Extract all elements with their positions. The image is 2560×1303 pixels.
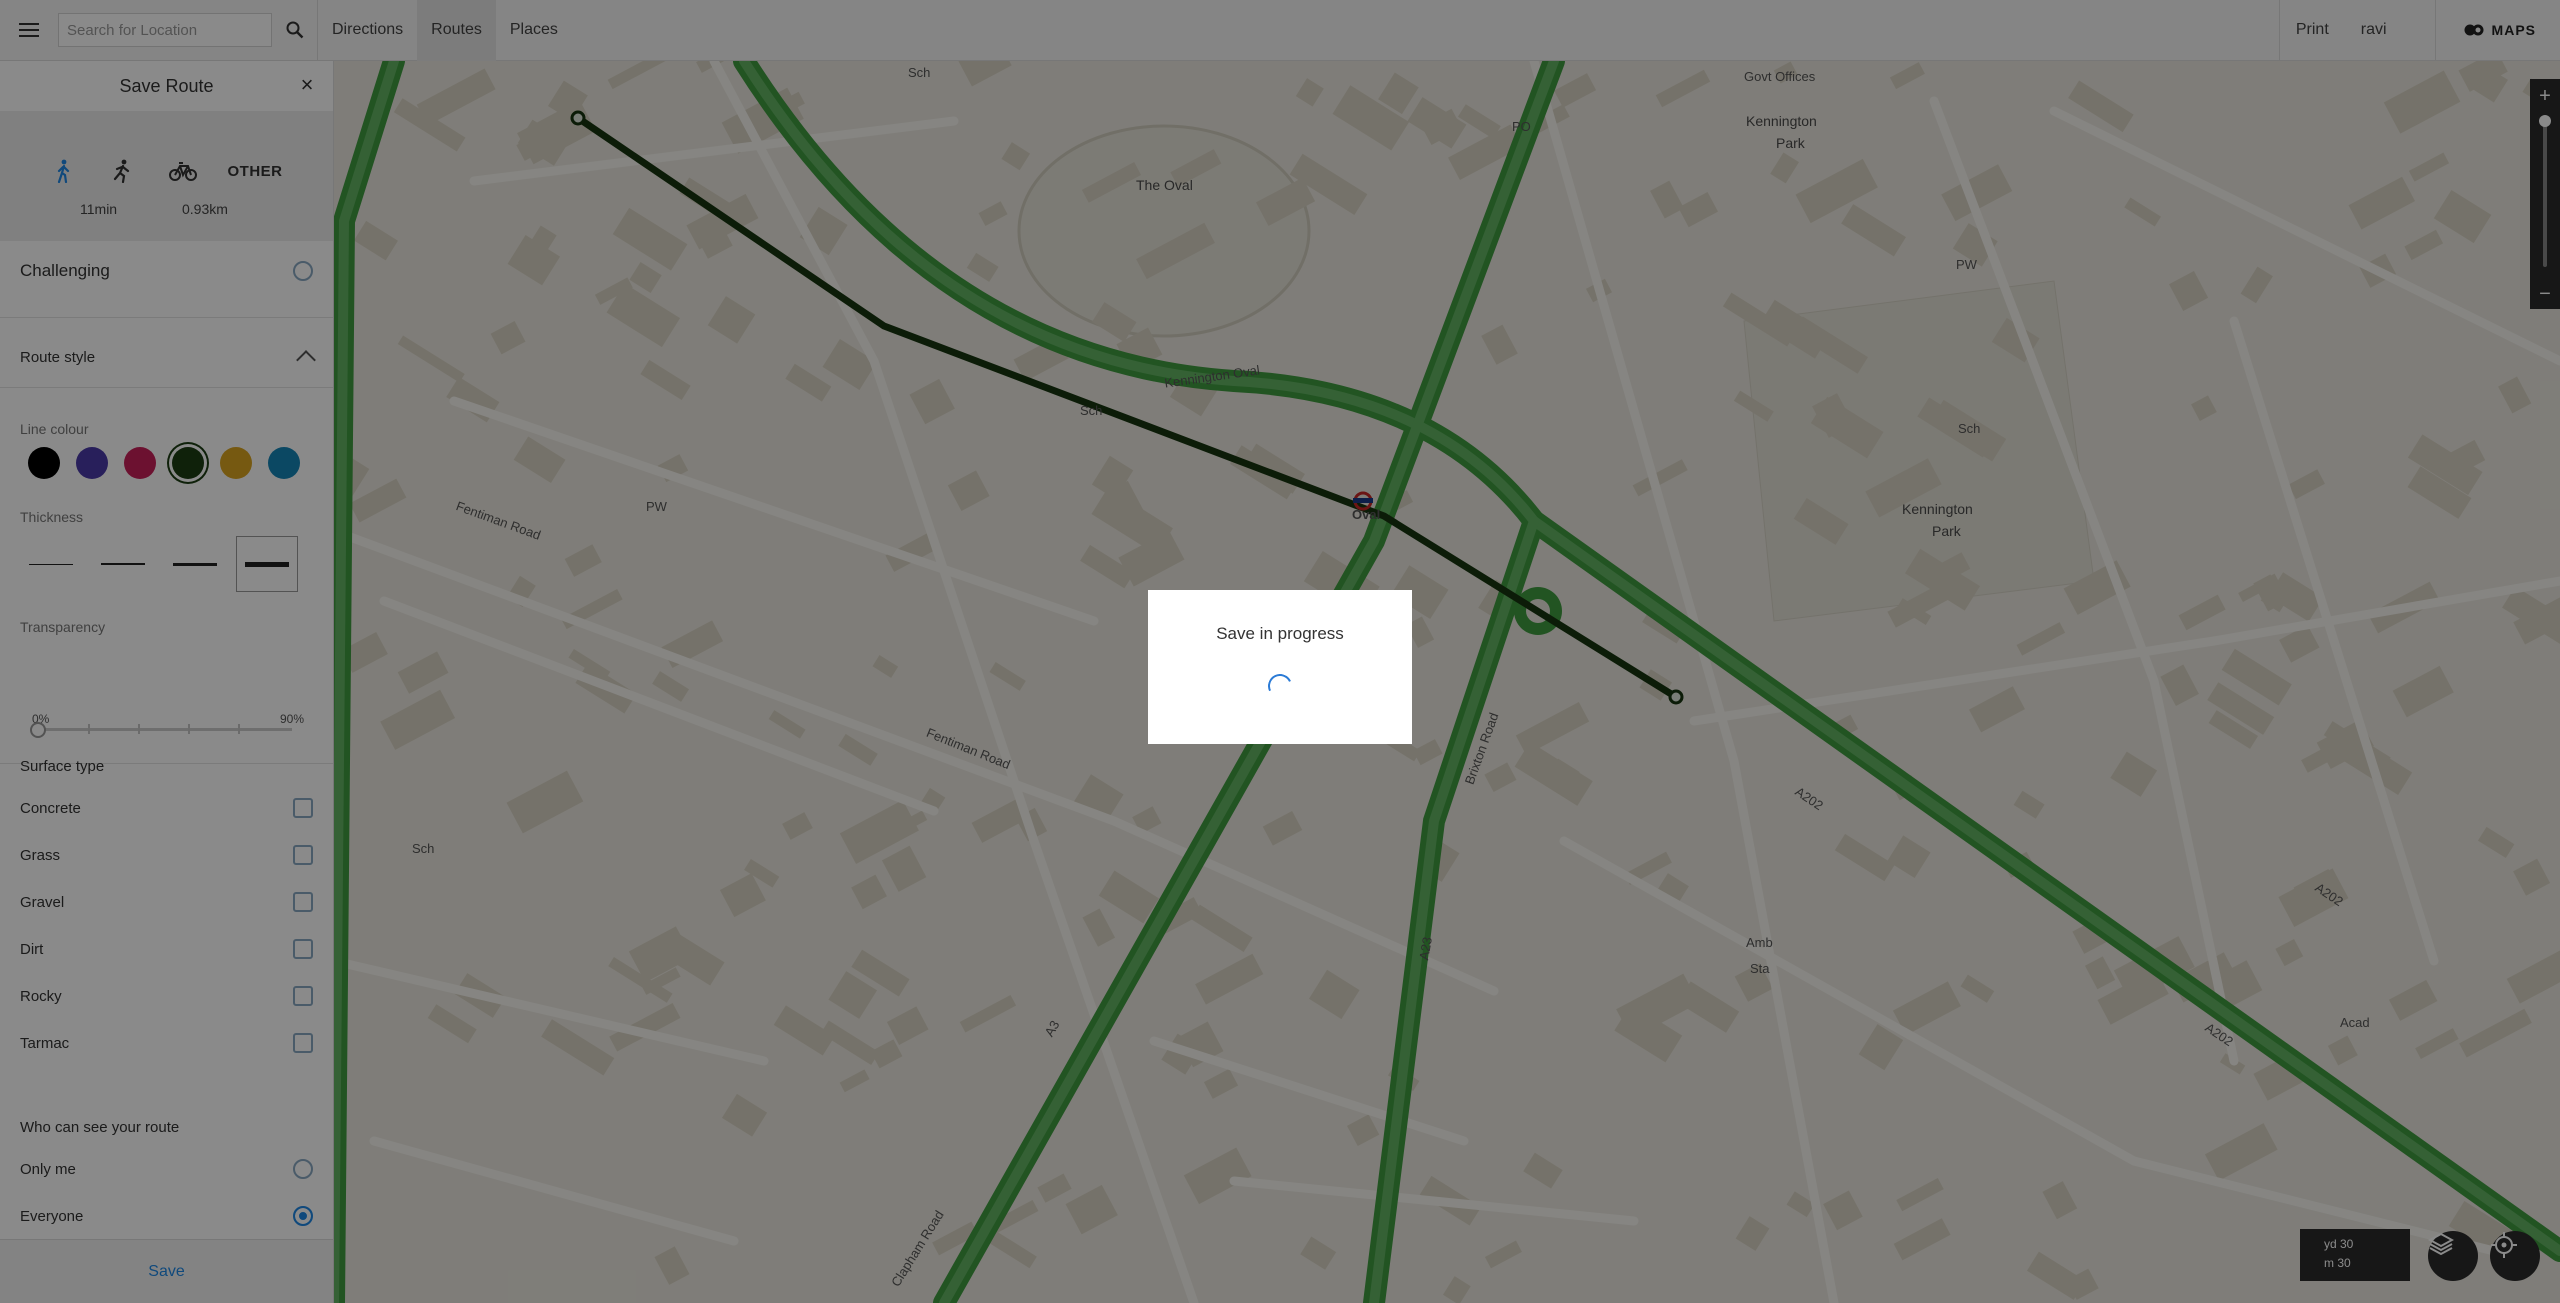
save-progress-text: Save in progress xyxy=(1216,624,1344,643)
save-progress-dialog: Save in progress xyxy=(1148,590,1412,744)
loading-spinner-icon xyxy=(1264,670,1296,702)
